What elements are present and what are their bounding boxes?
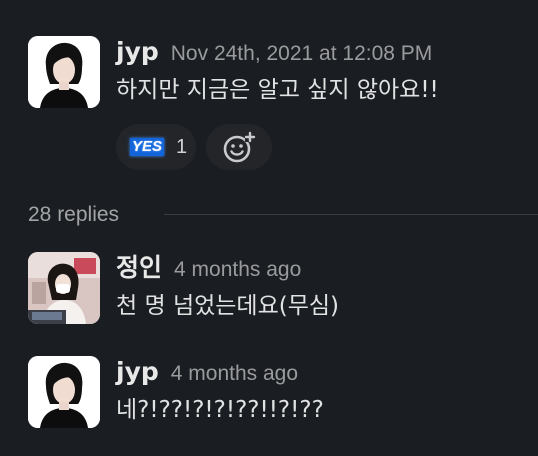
- avatar-image-jyp: [28, 36, 100, 108]
- reactions-bar: YES 1: [116, 124, 272, 170]
- message-body: jyp Nov 24th, 2021 at 12:08 PM 하지만 지금은 알고…: [116, 36, 528, 106]
- message-timestamp[interactable]: 4 months ago: [171, 362, 298, 386]
- reaction-yes[interactable]: YES 1: [116, 124, 196, 170]
- avatar-image-jeongin: [28, 252, 100, 324]
- parent-message[interactable]: jyp Nov 24th, 2021 at 12:08 PM 하지만 지금은 알고…: [28, 36, 528, 176]
- author-name[interactable]: 정인: [116, 252, 162, 284]
- replies-divider: 28 replies: [28, 198, 538, 232]
- divider-line: [164, 214, 538, 215]
- add-emoji-icon: [223, 131, 256, 163]
- message-timestamp[interactable]: 4 months ago: [174, 258, 301, 282]
- avatar[interactable]: [28, 252, 100, 324]
- reaction-count: 1: [176, 135, 188, 158]
- yes-emoji: YES: [130, 138, 165, 156]
- message-timestamp[interactable]: Nov 24th, 2021 at 12:08 PM: [171, 42, 433, 66]
- message-text: 천 명 넘었는데요(무심): [116, 293, 340, 319]
- replies-count[interactable]: 28 replies: [28, 198, 119, 232]
- message-body: 정인 4 months ago 천 명 넘었는데요(무심): [116, 252, 528, 322]
- avatar[interactable]: [28, 356, 100, 428]
- message-text: 하지만 지금은 알고 싶지 않아요!!: [116, 77, 439, 103]
- author-name[interactable]: jyp: [116, 356, 159, 388]
- author-name[interactable]: jyp: [116, 36, 159, 68]
- message-header: 정인 4 months ago: [116, 252, 528, 284]
- reply-message[interactable]: 정인 4 months ago 천 명 넘었는데요(무심): [28, 252, 528, 328]
- message-body: jyp 4 months ago 네?!??!?!?!??!!?!??: [116, 356, 528, 426]
- avatar-image-jyp: [28, 356, 100, 428]
- reply-message[interactable]: jyp 4 months ago 네?!??!?!?!??!!?!??: [28, 356, 528, 432]
- thread-view: jyp Nov 24th, 2021 at 12:08 PM 하지만 지금은 알고…: [0, 0, 538, 456]
- message-header: jyp 4 months ago: [116, 356, 528, 388]
- add-reaction-button[interactable]: [206, 124, 272, 170]
- avatar[interactable]: [28, 36, 100, 108]
- message-text: 네?!??!?!?!??!!?!??: [116, 397, 324, 423]
- message-header: jyp Nov 24th, 2021 at 12:08 PM: [116, 36, 528, 68]
